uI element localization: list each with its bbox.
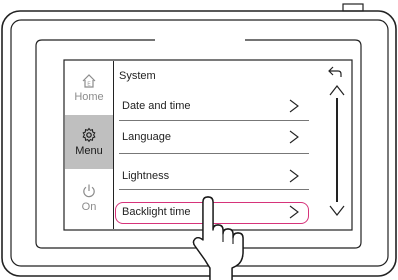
- chevron-right-icon: [289, 130, 299, 144]
- sidebar-item-on[interactable]: On: [65, 169, 113, 227]
- sidebar-item-label: On: [81, 201, 97, 213]
- scroll-down-icon[interactable]: [329, 204, 345, 218]
- pointing-hand-icon: [192, 196, 244, 280]
- list-item-lightness[interactable]: Lightness: [119, 163, 309, 189]
- list-item-date-and-time[interactable]: Date and time: [119, 93, 309, 119]
- chevron-right-icon: [289, 99, 299, 113]
- sidebar-item-label: Home: [74, 91, 104, 103]
- list-item-label: Date and time: [122, 100, 191, 112]
- gear-icon: [82, 127, 96, 143]
- list-title: System: [119, 70, 156, 82]
- home-icon: E: [82, 74, 96, 88]
- scroll-up-icon[interactable]: [329, 83, 345, 97]
- list-item-language[interactable]: Language: [119, 124, 309, 150]
- sidebar-item-menu[interactable]: Menu: [65, 115, 113, 169]
- list-item-label: Backlight time: [122, 206, 191, 218]
- scrollbar-track[interactable]: [336, 98, 338, 202]
- list-item-label: Lightness: [122, 170, 170, 182]
- list-separator: [119, 189, 309, 190]
- list-separator: [119, 120, 309, 121]
- sidebar-item-label: Menu: [75, 145, 103, 157]
- list-separator: [119, 153, 309, 154]
- back-arrow-icon[interactable]: [327, 65, 343, 79]
- power-icon: [83, 184, 95, 198]
- chevron-right-icon: [289, 169, 299, 183]
- list-item-label: Language: [122, 131, 171, 143]
- sidebar-divider: [113, 61, 114, 229]
- chevron-right-icon: [289, 205, 299, 219]
- sidebar-item-home[interactable]: E Home: [65, 61, 113, 115]
- device: E Home Menu On System Date and time Lang…: [0, 0, 398, 280]
